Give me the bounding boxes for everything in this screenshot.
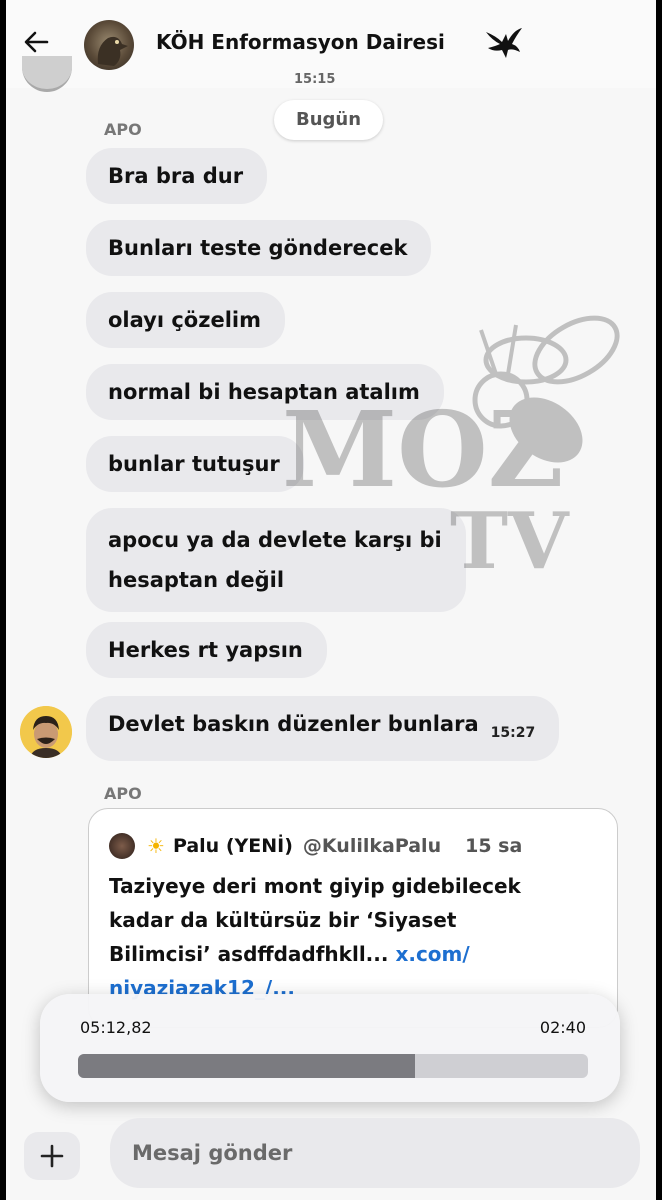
remaining-time: 02:40: [539, 1018, 586, 1037]
post-author-avatar: [109, 833, 135, 859]
message-text: olayı çözelim: [108, 308, 261, 332]
progress-track[interactable]: [78, 1054, 588, 1078]
back-button[interactable]: [20, 26, 52, 58]
post-text-line: Bilimcisi’ asdffdadfhkll... x.com/: [109, 937, 599, 971]
message-sender-name: APO: [104, 120, 142, 139]
message-bubble[interactable]: bunlar tutuşur: [86, 436, 304, 492]
message-bubble[interactable]: apocu ya da devlete karşı bi hesaptan de…: [86, 508, 466, 612]
message-text-line: apocu ya da devlete karşı bi: [108, 528, 442, 552]
arrow-left-icon: [24, 31, 49, 53]
message-text: normal bi hesaptan atalım: [108, 380, 420, 404]
plus-icon: [40, 1144, 64, 1168]
shared-post-text: Taziyeye deri mont giyip gidebilecek kad…: [109, 869, 599, 1005]
message-bubble[interactable]: Devlet baskın düzenler bunlara 15:27: [86, 696, 560, 761]
message-text-line: hesaptan değil: [108, 568, 285, 592]
day-separator: Bugün: [274, 100, 384, 140]
post-author-name: Palu (YENİ): [172, 835, 293, 857]
message-text: bunlar tutuşur: [108, 452, 280, 476]
elapsed-time: 05:12,82: [80, 1018, 152, 1037]
shared-post-header: ☀ Palu (YENİ) @KulilkaPalu 15 sa: [109, 833, 522, 859]
channel-title[interactable]: KÖH Enformasyon Dairesi: [156, 30, 445, 54]
message-sender-name: APO: [104, 784, 142, 803]
sender-avatar[interactable]: [20, 706, 72, 758]
post-text-line: kadar da kültürsüz bir ‘Siyaset: [109, 908, 457, 932]
message-bubble[interactable]: normal bi hesaptan atalım: [86, 364, 444, 420]
add-attachment-button[interactable]: [24, 1132, 80, 1180]
channel-avatar[interactable]: [84, 20, 134, 70]
message-text: Bunları teste gönderecek: [108, 236, 408, 260]
message-time: 15:27: [490, 725, 536, 741]
sun-icon: ☀: [147, 834, 165, 858]
message-text: Bra bra dur: [108, 164, 244, 188]
eagle-icon: [486, 28, 522, 58]
media-player-overlay[interactable]: 05:12,82 02:40: [40, 994, 620, 1102]
post-text-line: Taziyeye deri mont giyip gidebilecek: [109, 874, 521, 898]
message-bubble[interactable]: Bunları teste gönderecek: [86, 220, 432, 276]
watermark-text: TV: [450, 496, 569, 587]
previous-message-time: 15:15: [294, 72, 336, 87]
message-bubble[interactable]: olayı çözelim: [86, 292, 285, 348]
post-link[interactable]: x.com/: [395, 942, 469, 966]
message-bubble[interactable]: Bra bra dur: [86, 148, 268, 204]
post-text-fragment: Bilimcisi’ asdffdadfhkll...: [109, 942, 389, 966]
post-author-handle: @KulilkaPalu: [302, 835, 442, 857]
message-bubble[interactable]: Herkes rt yapsın: [86, 622, 327, 678]
post-age: 15 sa: [465, 835, 523, 857]
message-text: Herkes rt yapsın: [108, 638, 303, 662]
progress-fill: [78, 1054, 415, 1078]
chat-screen: KÖH Enformasyon Dairesi 15:15 Bugün APO …: [6, 0, 656, 1200]
message-text: Devlet baskın düzenler bunlara: [108, 712, 479, 736]
message-input[interactable]: [110, 1118, 640, 1188]
